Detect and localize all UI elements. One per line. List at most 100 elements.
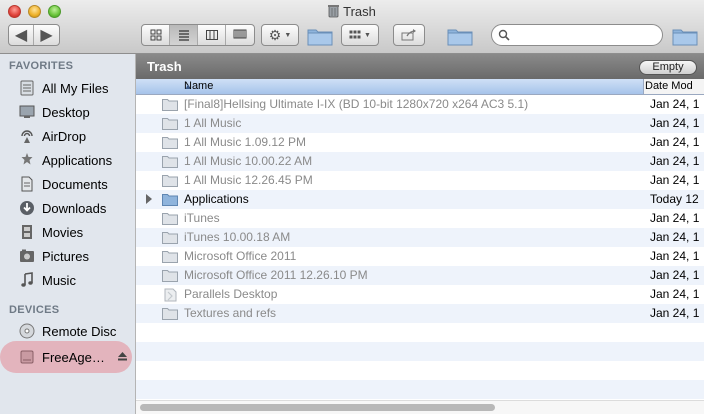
- table-row[interactable]: iTunes Jan 24, 1: [136, 209, 704, 228]
- sidebar-item-desktop[interactable]: Desktop: [0, 100, 135, 124]
- file-list: [Final8]Hellsing Ultimate I-IX (BD 10-bi…: [136, 95, 704, 400]
- file-date: Jan 24, 1: [650, 211, 700, 225]
- file-name: Applications: [184, 192, 249, 206]
- sidebar-item-label: Music: [42, 272, 76, 288]
- icon-view-icon: [150, 29, 161, 41]
- table-row[interactable]: 1 All Music 10.00.22 AM Jan 24, 1: [136, 152, 704, 171]
- folder-shortcut-button[interactable]: [447, 26, 473, 51]
- file-date: Jan 24, 1: [650, 135, 700, 149]
- window-title-text: Trash: [343, 4, 376, 19]
- horizontal-scrollbar[interactable]: [136, 400, 704, 414]
- table-row[interactable]: Textures and refs Jan 24, 1: [136, 304, 704, 323]
- file-name: Textures and refs: [184, 306, 277, 320]
- folder-shortcut-button-2[interactable]: [672, 26, 698, 51]
- table-row[interactable]: [Final8]Hellsing Ultimate I-IX (BD 10-bi…: [136, 95, 704, 114]
- table-row[interactable]: Microsoft Office 2011 12.26.10 PM Jan 24…: [136, 266, 704, 285]
- airdrop-icon: [17, 127, 37, 145]
- file-browser: Trash Empty Name ▲ Date Mod [Final8]Hell…: [136, 54, 704, 414]
- back-button[interactable]: ◀: [9, 25, 34, 45]
- sidebar-item-label: Movies: [42, 224, 84, 240]
- file-date: Jan 24, 1: [650, 97, 700, 111]
- view-mode-control: [141, 24, 255, 46]
- sidebar-item-label: Documents: [42, 176, 108, 192]
- chevron-down-icon: ▼: [284, 31, 292, 39]
- search-input[interactable]: [514, 27, 658, 45]
- sidebar-item-label: Desktop: [42, 104, 90, 120]
- file-name: 1 All Music 10.00.22 AM: [184, 154, 313, 168]
- downloads-icon: [17, 199, 37, 217]
- file-name: 1 All Music 1.09.12 PM: [184, 135, 307, 149]
- file-date: Jan 24, 1: [650, 173, 700, 187]
- sidebar-item-all-my-files[interactable]: All My Files: [0, 76, 135, 100]
- empty-trash-button[interactable]: Empty: [639, 60, 697, 75]
- gear-icon: ⚙: [268, 26, 282, 43]
- scrollbar-thumb[interactable]: [140, 404, 495, 411]
- trash-icon: [328, 4, 340, 21]
- empty-row: [136, 342, 704, 361]
- folder-icon: [672, 29, 698, 46]
- sidebar-item-label: Remote Disc: [42, 323, 117, 339]
- file-name: 1 All Music 12.26.45 PM: [184, 173, 313, 187]
- coverflow-view-button[interactable]: [226, 25, 254, 45]
- folder-icon: [447, 29, 473, 46]
- file-date: Jan 24, 1: [650, 154, 700, 168]
- file-name: Parallels Desktop: [184, 287, 278, 301]
- table-row[interactable]: 1 All Music Jan 24, 1: [136, 114, 704, 133]
- sidebar-item-label: Downloads: [42, 200, 107, 216]
- file-date: Jan 24, 1: [650, 287, 700, 301]
- title-bar: Trash ◀ ▶ ⚙ ▼ ▼: [0, 0, 704, 54]
- forward-button[interactable]: ▶: [34, 25, 59, 45]
- name-column-header[interactable]: Name ▲: [136, 79, 644, 94]
- eject-icon[interactable]: [117, 349, 128, 367]
- disclosure-triangle-icon[interactable]: [146, 194, 152, 204]
- sidebar-item-freeagent-drive[interactable]: FreeAge…: [0, 341, 132, 373]
- list-view-button[interactable]: [170, 25, 198, 45]
- back-forward-control: ◀ ▶: [8, 24, 60, 46]
- table-row[interactable]: iTunes 10.00.18 AM Jan 24, 1: [136, 228, 704, 247]
- file-date: Jan 24, 1: [650, 116, 700, 130]
- sidebar-item-airdrop[interactable]: AirDrop: [0, 124, 135, 148]
- sidebar-item-label: All My Files: [42, 80, 109, 96]
- sidebar-item-movies[interactable]: Movies: [0, 220, 135, 244]
- share-icon: [401, 29, 416, 41]
- file-name: Microsoft Office 2011 12.26.10 PM: [184, 268, 368, 282]
- table-row[interactable]: Applications Today 12: [136, 190, 704, 209]
- search-field[interactable]: [491, 24, 663, 46]
- column-view-button[interactable]: [198, 25, 226, 45]
- chevron-down-icon: ▼: [364, 31, 371, 39]
- column-view-icon: [205, 30, 218, 40]
- sidebar-item-remote-disc[interactable]: Remote Disc: [0, 319, 135, 343]
- sidebar: FAVORITES All My Files Desktop AirDrop A…: [0, 54, 136, 414]
- share-button[interactable]: [393, 24, 425, 46]
- path-title: Trash: [147, 59, 182, 74]
- file-date: Today 12: [650, 192, 699, 206]
- sidebar-item-label: FreeAge…: [42, 349, 105, 365]
- chevron-left-icon: ◀: [14, 27, 28, 44]
- grid-arrange-icon: [349, 30, 361, 39]
- file-date: Jan 24, 1: [650, 249, 700, 263]
- file-date: Jan 24, 1: [650, 230, 700, 244]
- action-menu-button[interactable]: ⚙ ▼: [261, 24, 299, 46]
- table-row[interactable]: Microsoft Office 2011 Jan 24, 1: [136, 247, 704, 266]
- sort-ascending-icon: ▲: [184, 82, 192, 91]
- arrange-menu-button[interactable]: ▼: [341, 24, 379, 46]
- table-row[interactable]: 1 All Music 12.26.45 PM Jan 24, 1: [136, 171, 704, 190]
- folder-icon: [307, 29, 333, 46]
- sidebar-item-music[interactable]: Music: [0, 268, 135, 292]
- list-view-icon: [178, 30, 189, 41]
- sidebar-item-pictures[interactable]: Pictures: [0, 244, 135, 268]
- icon-view-button[interactable]: [142, 25, 170, 45]
- table-row[interactable]: 1 All Music 1.09.12 PM Jan 24, 1: [136, 133, 704, 152]
- movies-icon: [17, 223, 37, 241]
- empty-row: [136, 323, 704, 342]
- sidebar-item-downloads[interactable]: Downloads: [0, 196, 135, 220]
- applications-icon: [17, 151, 37, 169]
- table-row[interactable]: Parallels Desktop Jan 24, 1: [136, 285, 704, 304]
- window-title: Trash: [0, 4, 704, 21]
- sidebar-item-applications[interactable]: Applications: [0, 148, 135, 172]
- sidebar-item-documents[interactable]: Documents: [0, 172, 135, 196]
- empty-row: [136, 380, 704, 399]
- empty-row: [136, 361, 704, 380]
- date-column-header[interactable]: Date Mod: [645, 80, 693, 92]
- new-folder-button[interactable]: [307, 26, 333, 51]
